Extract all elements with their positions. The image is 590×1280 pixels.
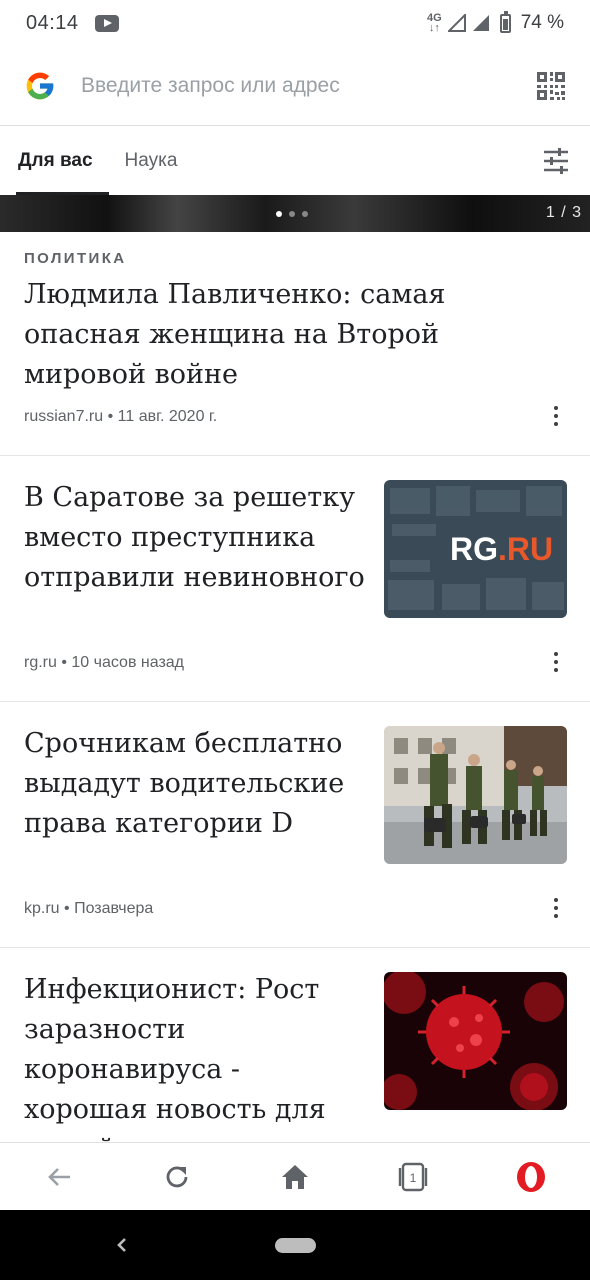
opera-logo-icon [517,1161,545,1192]
article-headline[interactable]: Срочникам бесплатно выдадут водительские… [24,724,369,844]
rgru-logo-image: RG.RU [384,480,567,618]
system-home-pill[interactable] [275,1238,316,1253]
rgru-logo-text: RG.RU [450,531,553,567]
article-headline[interactable]: Людмила Павличенко: самая опасная женщин… [24,275,544,395]
article-card-main[interactable]: ПОЛИТИКА Людмила Павличенко: самая опасн… [0,232,590,456]
article-thumbnail-soldiers[interactable] [384,726,567,864]
article-meta: russian7.ru • 11 авг. 2020 г. [24,408,218,425]
qr-code-icon[interactable] [536,71,566,101]
sliders-icon[interactable] [542,147,570,175]
tab-for-you[interactable]: Для вас [2,127,109,195]
carousel-dots [276,211,308,217]
reload-button[interactable] [152,1152,202,1202]
feed-tabs: Для вас Наука [0,127,590,195]
more-options-icon[interactable] [546,896,566,920]
home-button[interactable] [270,1152,320,1202]
tabs-icon: 1 [398,1162,428,1191]
system-back-icon[interactable] [112,1234,132,1256]
status-bar: 04:14 4G ↓↑ 74 % [0,0,590,46]
article-headline[interactable]: В Саратове за решетку вместо преступника… [24,478,369,598]
more-options-icon[interactable] [546,404,566,428]
google-logo-icon[interactable] [24,70,56,102]
hero-carousel[interactable]: 1 / 3 [0,195,590,232]
network-type-label: 4G ↓↑ [427,12,442,34]
article-meta: kp.ru • Позавчера [24,900,154,917]
search-bar [0,46,590,126]
signal-icon-2 [472,15,489,31]
bottom-navigation: 1 [0,1142,590,1210]
article-thumbnail-virus[interactable] [384,972,567,1110]
carousel-dot [302,211,308,217]
tabs-count: 1 [410,1171,417,1185]
battery-percent: 74 % [520,12,564,33]
article-thumbnail-rgru[interactable]: RG.RU [384,480,567,618]
coronavirus-image [384,972,567,1110]
soldiers-photo [384,726,567,864]
search-input[interactable] [81,73,536,98]
status-icons: 4G ↓↑ 74 % [427,10,564,34]
signal-icon [447,14,466,32]
article-meta: rg.ru • 10 часов назад [24,654,185,671]
battery-icon [499,10,511,33]
article-card[interactable]: В Саратове за решетку вместо преступника… [0,456,590,702]
tab-science[interactable]: Наука [109,127,194,195]
article-category: ПОЛИТИКА [24,250,127,267]
back-arrow-icon [48,1167,70,1186]
carousel-counter: 1 / 3 [545,204,582,221]
youtube-icon [94,14,119,32]
carousel-dot-active [276,211,282,217]
carousel-dot [289,211,295,217]
more-options-icon[interactable] [546,650,566,674]
reload-icon [166,1166,188,1187]
news-feed: ПОЛИТИКА Людмила Павличенко: самая опасн… [0,232,590,1142]
home-icon [282,1164,308,1189]
status-time: 04:14 [26,11,79,34]
opera-menu-button[interactable] [506,1152,556,1202]
article-card[interactable]: Инфекционист: Рост заразности коронавиру… [0,948,590,1142]
article-card[interactable]: Срочникам бесплатно выдадут водительские… [0,702,590,948]
system-navigation-bar [0,1210,590,1280]
back-button[interactable] [34,1152,84,1202]
tabs-button[interactable]: 1 [388,1152,438,1202]
article-headline[interactable]: Инфекционист: Рост заразности коронавиру… [24,970,369,1142]
